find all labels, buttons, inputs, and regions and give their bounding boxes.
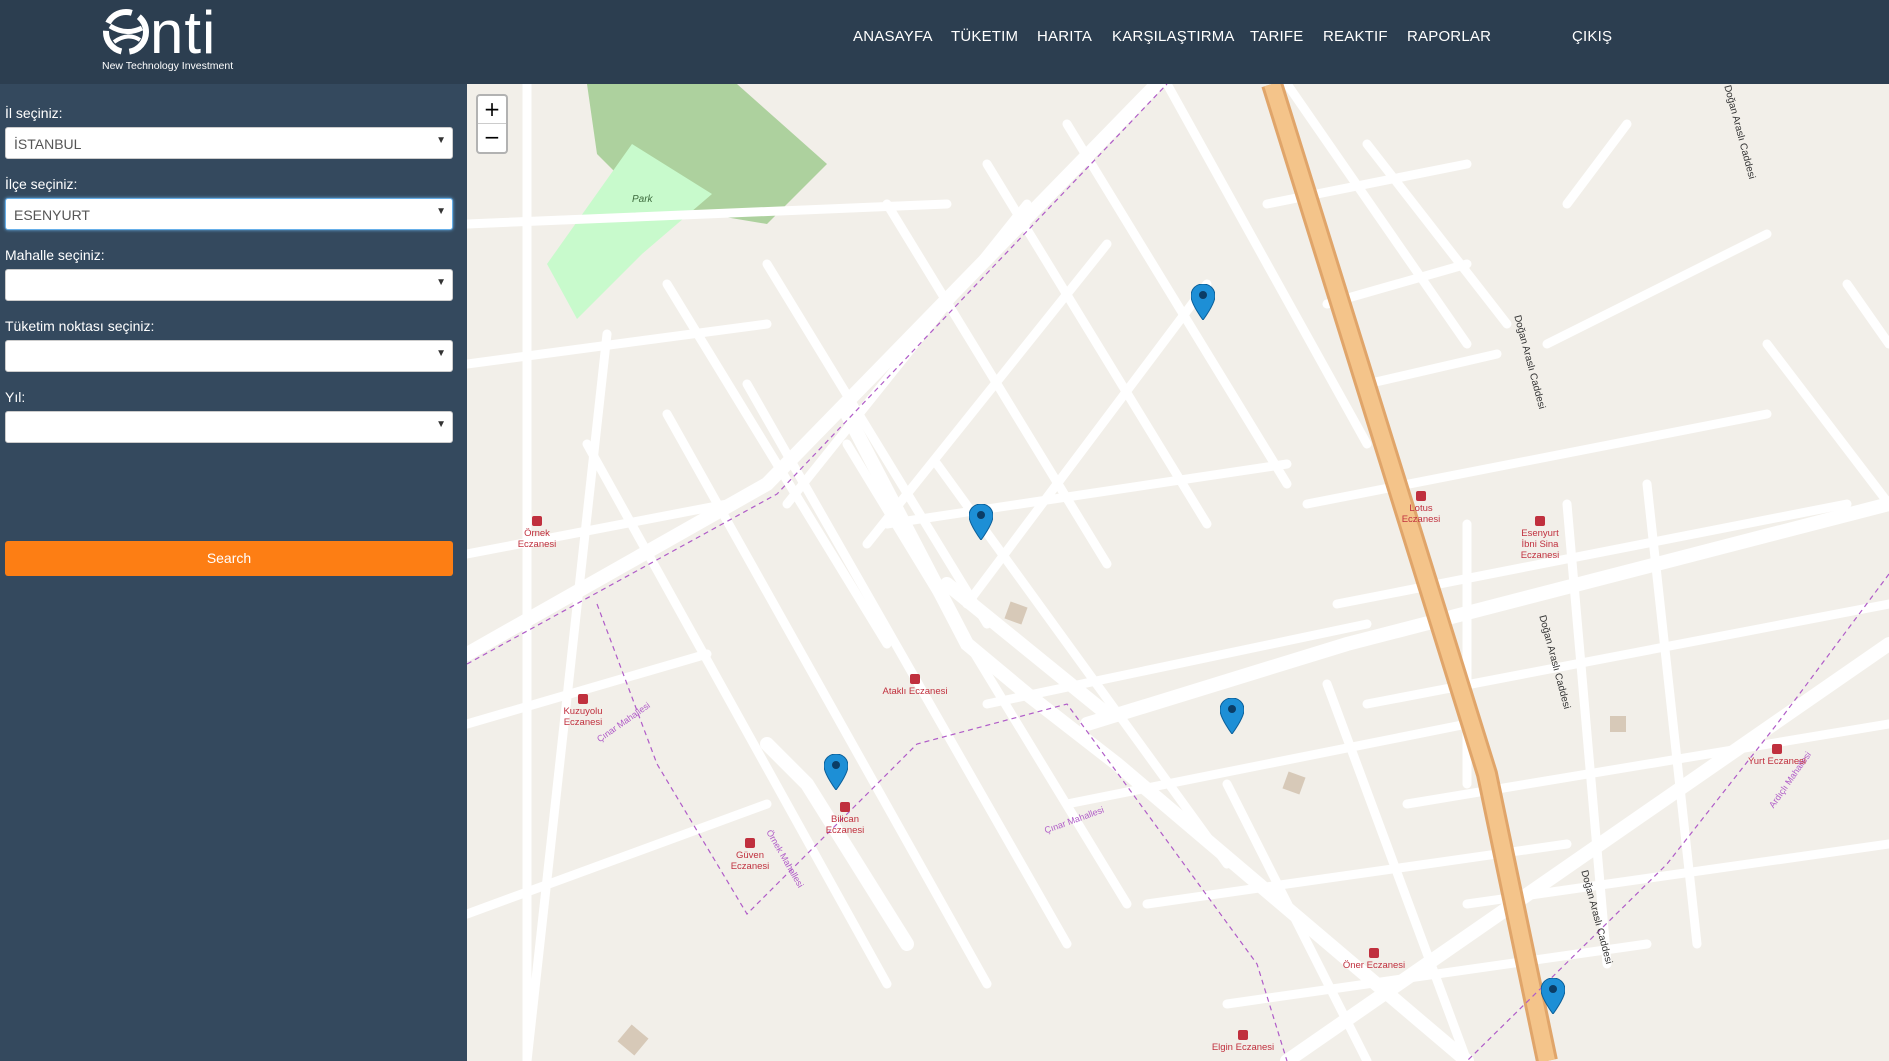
neighborhood-label: Mahalle seçiniz: <box>5 247 105 263</box>
map-tiles[interactable] <box>467 84 1889 1061</box>
nav-tariff[interactable]: TARIFE <box>1250 28 1303 45</box>
search-button[interactable]: Search <box>5 541 453 576</box>
map-marker-icon[interactable] <box>1191 284 1215 320</box>
pharmacy-poi[interactable]: Esenyurt İbni Sina Eczanesi <box>1519 516 1561 561</box>
province-label: İl seçiniz: <box>5 105 63 121</box>
chevron-down-icon: ▼ <box>436 277 446 288</box>
poi-label: Güven Eczanesi <box>730 850 770 872</box>
pharmacy-icon <box>532 516 542 526</box>
poi-label: Ataklı Eczanesi <box>882 686 948 697</box>
chevron-down-icon: ▼ <box>436 419 446 430</box>
logo-icon <box>103 9 149 55</box>
neighborhood-select[interactable]: ▼ <box>5 269 453 301</box>
nav-reactive[interactable]: REAKTIF <box>1323 28 1388 45</box>
pharmacy-icon <box>840 802 850 812</box>
pharmacy-poi[interactable]: Örnek Eczanesi <box>507 516 567 550</box>
chevron-down-icon: ▼ <box>436 348 446 359</box>
district-value: ESENYURT <box>14 207 90 223</box>
pharmacy-icon <box>910 674 920 684</box>
pharmacy-poi[interactable]: Ataklı Eczanesi <box>878 674 952 697</box>
nav-map[interactable]: HARITA <box>1037 28 1092 45</box>
poi-label: Esenyurt İbni Sina Eczanesi <box>1520 528 1560 561</box>
pharmacy-poi[interactable]: Bilican Eczanesi <box>818 802 872 836</box>
pharmacy-poi[interactable]: Kuzuyolu Eczanesi <box>553 694 613 728</box>
nav-home[interactable]: ANASAYFA <box>853 28 933 45</box>
map-marker-icon[interactable] <box>969 504 993 540</box>
pharmacy-poi[interactable]: Öner Eczanesi <box>1339 948 1409 971</box>
province-value: İSTANBUL <box>14 136 82 152</box>
pharmacy-poi[interactable]: Lotus Eczanesi <box>1391 491 1451 525</box>
nav-compare[interactable]: KARŞILAŞTIRMA <box>1112 28 1235 45</box>
pharmacy-icon <box>578 694 588 704</box>
brand-logo[interactable]: nti New Technology Investment <box>100 0 240 72</box>
pharmacy-icon <box>1369 948 1379 958</box>
park-label: Park <box>632 194 653 205</box>
filter-sidebar: İl seçiniz: İSTANBUL ▼ İlçe seçiniz: ESE… <box>0 84 467 1061</box>
nav-logout[interactable]: ÇIKIŞ <box>1572 28 1612 45</box>
chevron-down-icon: ▼ <box>436 206 446 217</box>
pharmacy-icon <box>745 838 755 848</box>
pharmacy-poi[interactable]: Elgin Eczanesi <box>1208 1030 1278 1053</box>
pharmacy-icon <box>1535 516 1545 526</box>
zoom-out-button[interactable]: − <box>478 123 506 151</box>
poi-label: Bilican Eczanesi <box>825 814 865 836</box>
district-label: İlçe seçiniz: <box>5 176 78 192</box>
poi-label: Öner Eczanesi <box>1342 960 1406 971</box>
pharmacy-icon <box>1416 491 1426 501</box>
pharmacy-poi[interactable]: Güven Eczanesi <box>723 838 777 872</box>
top-navbar: nti New Technology Investment ANASAYFA T… <box>0 0 1889 84</box>
poi-label: Elgin Eczanesi <box>1211 1042 1275 1053</box>
poi-label: Kuzuyolu Eczanesi <box>563 706 603 728</box>
province-select[interactable]: İSTANBUL ▼ <box>5 127 453 159</box>
zoom-control: + − <box>476 94 508 154</box>
district-select[interactable]: ESENYURT ▼ <box>5 198 453 230</box>
consumption-point-label: Tüketim noktası seçiniz: <box>5 318 155 334</box>
brand-name: nti <box>150 0 217 66</box>
pharmacy-icon <box>1238 1030 1248 1040</box>
nav-consumption[interactable]: TÜKETIM <box>951 28 1018 45</box>
pharmacy-poi[interactable]: Yurt Eczanesi <box>1747 744 1807 767</box>
poi-label: Örnek Eczanesi <box>517 528 557 550</box>
map-view[interactable]: Park Doğan Araslı Caddesi Doğan Araslı C… <box>467 84 1889 1061</box>
brand-tagline: New Technology Investment <box>102 60 234 72</box>
chevron-down-icon: ▼ <box>436 135 446 146</box>
map-marker-icon[interactable] <box>1541 978 1565 1014</box>
pharmacy-icon <box>1772 744 1782 754</box>
year-select[interactable]: ▼ <box>5 411 453 443</box>
year-label: Yıl: <box>5 389 26 405</box>
consumption-point-select[interactable]: ▼ <box>5 340 453 372</box>
poi-label: Lotus Eczanesi <box>1401 503 1441 525</box>
map-marker-icon[interactable] <box>1220 698 1244 734</box>
nav-reports[interactable]: RAPORLAR <box>1407 28 1491 45</box>
poi-label: Yurt Eczanesi <box>1747 756 1807 767</box>
zoom-in-button[interactable]: + <box>478 96 506 123</box>
map-marker-icon[interactable] <box>824 754 848 790</box>
